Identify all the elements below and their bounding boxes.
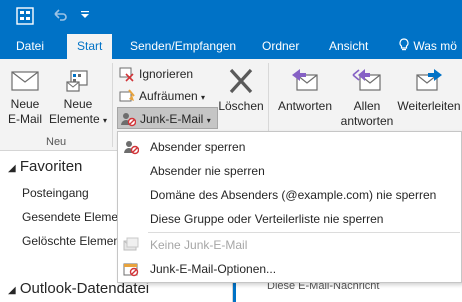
collapse-arrow-icon: ◢ <box>8 163 16 174</box>
group-divider <box>112 63 113 147</box>
ribbon-tabs: Datei Start Senden/Empfangen Ordner Ansi… <box>0 34 462 59</box>
cleanup-button[interactable]: Aufräumen ▾ <box>117 85 205 107</box>
ignore-icon <box>119 67 134 82</box>
block-sender-icon <box>124 141 139 155</box>
menu-junk-options-label: Junk-E-Mail-Optionen... <box>150 262 277 276</box>
group-label-neu: Neu <box>46 136 67 148</box>
menu-never-block-group[interactable]: Diese Gruppe oder Verteilerliste nie spe… <box>118 207 461 231</box>
forward-button[interactable]: Weiterleiten <box>396 67 462 114</box>
junk-email-menu: Absender sperren Absender nie sperren Do… <box>117 131 462 283</box>
collapse-arrow-icon: ◢ <box>8 285 16 296</box>
menu-never-block-domain[interactable]: Domäne des Absenders (@example.com) nie … <box>118 183 461 207</box>
title-bar <box>0 0 462 34</box>
delete-button[interactable]: Löschen <box>217 67 265 114</box>
cleanup-label: Aufräumen <box>139 89 198 103</box>
forward-label: Weiterleiten <box>397 99 461 113</box>
tab-start[interactable]: Start <box>67 34 113 59</box>
quick-access-dropdown-icon[interactable] <box>78 8 92 22</box>
reply-all-label-2: antworten <box>340 114 394 128</box>
new-email-label-2: E-Mail <box>7 112 42 126</box>
new-email-icon <box>11 71 39 91</box>
menu-never-block-domain-label: Domäne des Absenders (@example.com) nie … <box>150 188 437 202</box>
menu-block-sender-label: Absender sperren <box>150 140 246 154</box>
tab-ordner[interactable]: Ordner <box>262 34 299 59</box>
delete-icon <box>229 68 253 94</box>
menu-never-block-sender[interactable]: Absender nie sperren <box>118 159 461 183</box>
new-items-label-2: Elemente <box>48 112 100 126</box>
chevron-down-icon: ▾ <box>103 116 108 125</box>
tell-me-label: Was mö <box>413 39 457 53</box>
new-items-button[interactable]: Neue Elemente ▾ <box>48 69 108 128</box>
outlook-app-icon[interactable] <box>16 6 36 26</box>
menu-junk-options[interactable]: Junk-E-Mail-Optionen... <box>118 257 461 281</box>
tab-datei[interactable]: Datei <box>16 34 44 59</box>
tab-senden-empfangen[interactable]: Senden/Empfangen <box>130 34 236 59</box>
menu-never-block-group-label: Diese Gruppe oder Verteilerliste nie spe… <box>150 212 384 226</box>
tell-me-search[interactable]: Was mö <box>398 34 457 59</box>
junk-email-button[interactable]: Junk-E-Mail ▾ <box>117 107 218 129</box>
folder-deleted[interactable]: Gelöschte Elemente <box>22 234 130 248</box>
new-items-label-1: Neue <box>63 97 93 111</box>
junk-label: Junk-E-Mail <box>140 112 204 126</box>
new-email-button[interactable]: Neue E-Mail <box>5 69 45 127</box>
chevron-down-icon: ▾ <box>201 93 206 102</box>
menu-not-junk: Keine Junk-E-Mail <box>118 233 461 257</box>
menu-never-block-sender-label: Absender nie sperren <box>150 164 265 178</box>
reply-icon <box>292 69 318 91</box>
junk-options-icon <box>123 263 139 277</box>
undo-icon[interactable] <box>51 6 69 24</box>
lightbulb-icon <box>399 38 409 51</box>
folder-inbox[interactable]: Posteingang <box>22 186 89 200</box>
reply-label: Antworten <box>277 99 333 113</box>
reply-all-icon <box>352 69 381 91</box>
reply-all-label-1: Allen <box>353 99 381 113</box>
ignore-button[interactable]: Ignorieren <box>117 63 193 85</box>
not-junk-icon <box>123 237 139 251</box>
forward-icon <box>416 69 442 91</box>
new-items-icon <box>66 70 88 92</box>
menu-not-junk-label: Keine Junk-E-Mail <box>150 238 248 252</box>
chevron-down-icon: ▾ <box>206 116 211 125</box>
favorites-header[interactable]: ◢ Favoriten <box>8 158 82 175</box>
reply-button[interactable]: Antworten <box>274 67 336 114</box>
menu-block-sender[interactable]: Absender sperren <box>118 135 461 159</box>
ignore-label: Ignorieren <box>139 67 194 81</box>
cleanup-icon <box>119 89 135 102</box>
new-email-label-1: Neue <box>10 97 40 111</box>
favorites-label: Favoriten <box>19 158 83 175</box>
reply-all-button[interactable]: Allen antworten <box>340 67 394 129</box>
junk-icon <box>121 113 136 127</box>
delete-label: Löschen <box>218 99 264 113</box>
tab-ansicht[interactable]: Ansicht <box>329 34 368 59</box>
